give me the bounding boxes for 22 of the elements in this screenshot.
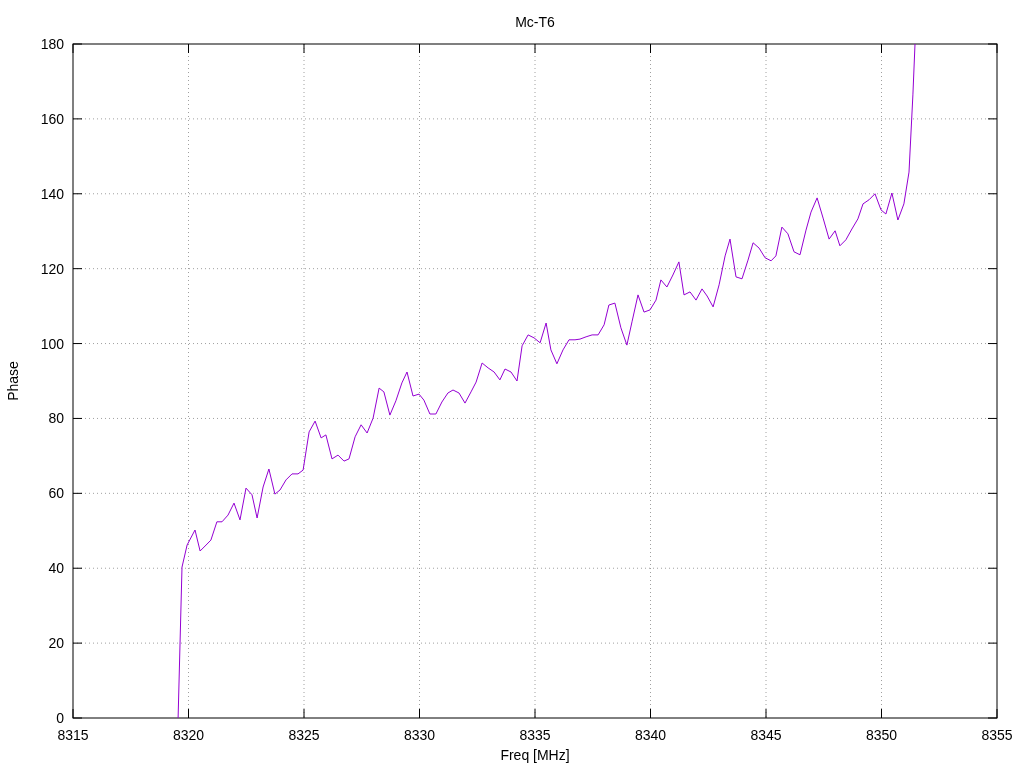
tick-label: 120 xyxy=(40,260,64,277)
tick-label: 20 xyxy=(48,635,64,652)
tick-label: 8330 xyxy=(403,727,436,743)
tick-label: 8320 xyxy=(172,727,205,743)
tick-label: 0 xyxy=(56,710,64,726)
tick-label: 8350 xyxy=(865,727,898,743)
tick-label: 160 xyxy=(40,110,64,127)
tick-label: 80 xyxy=(48,410,64,427)
tick-label: 8355 xyxy=(981,727,1013,743)
tick-label: 140 xyxy=(40,185,64,202)
chart-title: Mc-T6 xyxy=(515,14,555,30)
x-axis-label: Freq [MHz] xyxy=(500,747,570,763)
tick-label: 100 xyxy=(40,335,64,352)
tick-label: 180 xyxy=(40,36,64,52)
tick-label: 8345 xyxy=(750,727,782,743)
tick-label: 8340 xyxy=(634,727,667,743)
tick-label: 8315 xyxy=(57,727,89,743)
tick-label: 40 xyxy=(48,560,64,577)
tick-label: 8335 xyxy=(519,727,551,743)
tick-label: 60 xyxy=(48,485,64,502)
tick-label: 8325 xyxy=(288,727,320,743)
y-axis-label: Phase xyxy=(5,361,21,401)
